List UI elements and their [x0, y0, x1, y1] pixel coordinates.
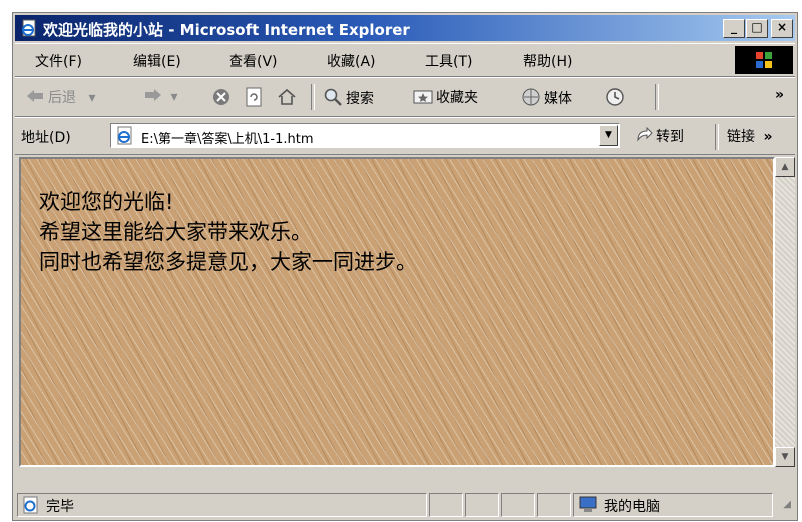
status-text: 完毕: [46, 499, 74, 515]
scroll-up-button[interactable]: ▲: [775, 157, 795, 177]
go-button[interactable]: 转到: [635, 126, 684, 147]
page-body-text: 欢迎您的光临! 希望这里能给大家带来欢乐。 同时也希望您多提意见，大家一同进步。: [39, 187, 417, 277]
window-title: 欢迎光临我的小站 - Microsoft Internet Explorer: [43, 21, 410, 39]
resize-grip-icon[interactable]: ◢: [783, 499, 791, 510]
status-bar: 完毕 我的电脑 ◢: [15, 471, 795, 519]
address-bar: 地址(D) E:\第一章\答案\上机\1-1.htm ▼ 转到 链接 »: [15, 117, 795, 155]
menu-tools[interactable]: 工具(T): [425, 51, 472, 71]
menu-bar: 文件(F) 编辑(E) 查看(V) 收藏(A) 工具(T) 帮助(H): [15, 43, 795, 77]
scroll-down-button[interactable]: ▼: [775, 447, 795, 467]
media-button[interactable]: 媒体: [521, 87, 572, 111]
menu-help[interactable]: 帮助(H): [523, 51, 572, 71]
stop-icon: [211, 87, 231, 111]
zone-text: 我的电脑: [604, 499, 660, 515]
home-button[interactable]: [277, 87, 300, 111]
back-dropdown-icon: ▾: [88, 90, 96, 106]
address-separator: [715, 124, 719, 150]
links-overflow-chevron: »: [763, 129, 773, 145]
menu-file[interactable]: 文件(F): [35, 51, 82, 71]
address-dropdown-button[interactable]: ▼: [599, 125, 618, 146]
media-label: 媒体: [544, 91, 572, 107]
history-button[interactable]: [605, 87, 628, 111]
toolbar-separator: [311, 84, 315, 110]
close-button[interactable]: ×: [771, 19, 793, 38]
back-label: 后退: [48, 90, 76, 106]
status-text-pane: 完毕: [17, 493, 427, 517]
forward-arrow-icon: [143, 87, 163, 107]
favorites-folder-icon: [413, 87, 433, 109]
refresh-icon: [245, 87, 263, 111]
forward-dropdown-icon: ▾: [170, 89, 178, 105]
go-label: 转到: [656, 129, 684, 145]
menu-edit[interactable]: 编辑(E): [133, 51, 181, 71]
toolbar-overflow-chevron[interactable]: »: [775, 87, 784, 103]
stop-button[interactable]: [211, 87, 234, 111]
page-line-welcome: 欢迎您的光临!: [39, 190, 174, 214]
status-pane-empty-1: [429, 493, 463, 517]
title-bar[interactable]: 欢迎光临我的小站 - Microsoft Internet Explorer _…: [15, 15, 795, 41]
browser-window: 欢迎光临我的小站 - Microsoft Internet Explorer _…: [12, 12, 798, 521]
done-page-icon: [22, 496, 40, 518]
back-arrow-icon: [25, 88, 45, 108]
address-value: E:\第一章\答案\上机\1-1.htm: [141, 132, 314, 147]
search-label: 搜索: [346, 91, 374, 107]
my-computer-icon: [578, 496, 598, 518]
status-pane-empty-3: [501, 493, 535, 517]
page-line-hope: 希望这里能给大家带来欢乐。: [39, 220, 312, 244]
toolbar-separator-2: [655, 84, 659, 110]
refresh-button[interactable]: [245, 87, 266, 111]
search-button[interactable]: 搜索: [323, 87, 374, 111]
windows-logo: [735, 46, 793, 74]
status-zone-pane: 我的电脑: [573, 493, 773, 517]
page-ie-icon: [115, 126, 135, 150]
maximize-button[interactable]: □: [746, 19, 768, 38]
back-button[interactable]: 后退 ▾: [25, 87, 95, 108]
menu-favorites[interactable]: 收藏(A): [327, 51, 376, 71]
links-label: 链接: [727, 129, 755, 145]
ie-page-icon: [20, 19, 38, 37]
standard-toolbar: 后退 ▾ ▾ 搜索 收藏夹 媒体 »: [15, 77, 795, 117]
page-line-feedback: 同时也希望您多提意见，大家一同进步。: [39, 250, 417, 274]
go-arrow-icon: [635, 126, 653, 147]
home-icon: [277, 87, 297, 111]
status-pane-empty-4: [537, 493, 571, 517]
media-icon: [521, 87, 541, 111]
favorites-button[interactable]: 收藏夹: [413, 87, 478, 109]
history-icon: [605, 87, 625, 111]
favorites-label: 收藏夹: [436, 90, 478, 106]
search-icon: [323, 87, 343, 111]
page-content[interactable]: 欢迎您的光临! 希望这里能给大家带来欢乐。 同时也希望您多提意见，大家一同进步。: [19, 157, 775, 467]
address-label: 地址(D): [21, 130, 71, 146]
menu-view[interactable]: 查看(V): [229, 51, 278, 71]
links-button[interactable]: 链接 »: [727, 126, 773, 146]
vertical-scrollbar[interactable]: ▲ ▼: [775, 157, 795, 467]
minimize-button[interactable]: _: [723, 19, 745, 38]
address-input[interactable]: E:\第一章\答案\上机\1-1.htm ▼: [110, 123, 620, 148]
forward-button[interactable]: ▾: [143, 87, 177, 107]
status-pane-empty-2: [465, 493, 499, 517]
